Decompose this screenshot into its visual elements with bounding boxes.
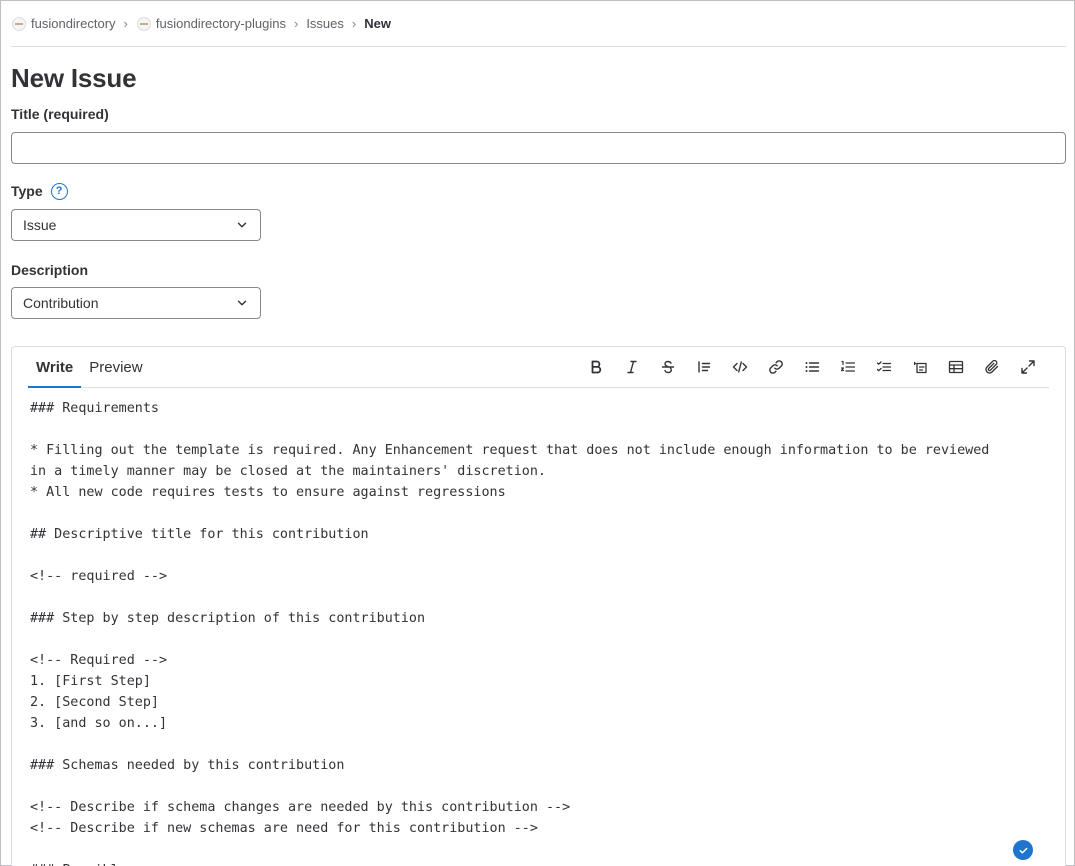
breadcrumb-label[interactable]: Issues — [306, 16, 344, 31]
quote-icon[interactable] — [686, 352, 722, 382]
editor-line: <!-- Required --> — [30, 653, 168, 668]
editor-line: in a timely manner may be closed at the … — [30, 464, 546, 479]
breadcrumb-item-project[interactable]: fusiondirectory-plugins — [136, 16, 286, 31]
attach-file-icon[interactable] — [974, 352, 1010, 382]
bold-icon[interactable] — [578, 352, 614, 382]
editor-line: ### Requirements — [30, 401, 159, 416]
editor-line: 2. [Second Step] — [30, 695, 159, 710]
type-select[interactable]: Issue — [11, 209, 261, 241]
editor-line: <!-- required --> — [30, 569, 168, 584]
editor-line: 3. [and so on...] — [30, 716, 168, 731]
chevron-right-icon: › — [351, 16, 357, 31]
breadcrumb-current: New — [364, 16, 391, 31]
new-issue-page: fusiondirectory › fusiondirectory-plugin… — [11, 1, 1066, 866]
italic-icon[interactable] — [614, 352, 650, 382]
check-circle-icon — [1013, 840, 1033, 860]
editor-line: ### Step by step description of this con… — [30, 611, 426, 626]
chevron-right-icon: › — [123, 16, 128, 31]
editor-header: Write Preview — [28, 347, 1049, 388]
breadcrumb: fusiondirectory › fusiondirectory-plugin… — [11, 1, 1066, 47]
description-template-select[interactable]: Contribution — [11, 287, 261, 319]
tab-preview[interactable]: Preview — [81, 347, 150, 388]
editor-line: ### Possible — [30, 860, 1047, 866]
question-circle-icon[interactable]: ? — [50, 182, 68, 200]
strikethrough-icon[interactable] — [650, 352, 686, 382]
chevron-down-icon — [237, 300, 247, 306]
editor-line: ## Descriptive title for this contributi… — [30, 527, 369, 542]
chevron-right-icon: › — [293, 16, 299, 31]
editor-line: <!-- Describe if schema changes are need… — [30, 800, 571, 815]
tab-write[interactable]: Write — [28, 347, 81, 388]
collapsible-section-icon[interactable] — [902, 352, 938, 382]
breadcrumb-label[interactable]: fusiondirectory-plugins — [156, 16, 286, 31]
breadcrumb-label[interactable]: fusiondirectory — [31, 16, 116, 31]
title-label: Title (required) — [11, 106, 109, 122]
chevron-down-icon — [237, 222, 247, 228]
breadcrumb-item-group[interactable]: fusiondirectory — [11, 16, 116, 31]
editor-line: <!-- Describe if new schemas are need fo… — [30, 821, 538, 836]
description-label: Description — [11, 262, 89, 278]
table-icon[interactable] — [938, 352, 974, 382]
editor-toolbar — [578, 352, 1046, 382]
code-icon[interactable] — [722, 352, 758, 382]
markdown-editor: Write Preview ### Requirements * Filling… — [11, 346, 1066, 866]
template-select-value: Contribution — [23, 295, 99, 311]
numbered-list-icon[interactable] — [830, 352, 866, 382]
title-input[interactable] — [11, 132, 1066, 164]
project-avatar-icon — [136, 16, 151, 31]
task-list-icon[interactable] — [866, 352, 902, 382]
editor-line: * Filling out the template is required. … — [30, 443, 990, 458]
type-label: Type — [11, 183, 43, 199]
editor-line: 1. [First Step] — [30, 674, 151, 689]
type-select-value: Issue — [23, 217, 57, 233]
type-label-row: Type ? — [11, 181, 1066, 201]
editor-tabs: Write Preview — [28, 347, 151, 388]
editor-line: ### Schemas needed by this contribution — [30, 758, 345, 773]
group-avatar-icon — [12, 16, 26, 31]
link-icon[interactable] — [758, 352, 794, 382]
editor-line: * All new code requires tests to ensure … — [30, 485, 506, 500]
fullscreen-icon[interactable] — [1010, 352, 1046, 382]
bullet-list-icon[interactable] — [794, 352, 830, 382]
breadcrumb-item-issues[interactable]: Issues — [306, 16, 344, 31]
page-title: New Issue — [11, 63, 137, 93]
description-textarea[interactable]: ### Requirements * Filling out the templa… — [30, 398, 1047, 866]
